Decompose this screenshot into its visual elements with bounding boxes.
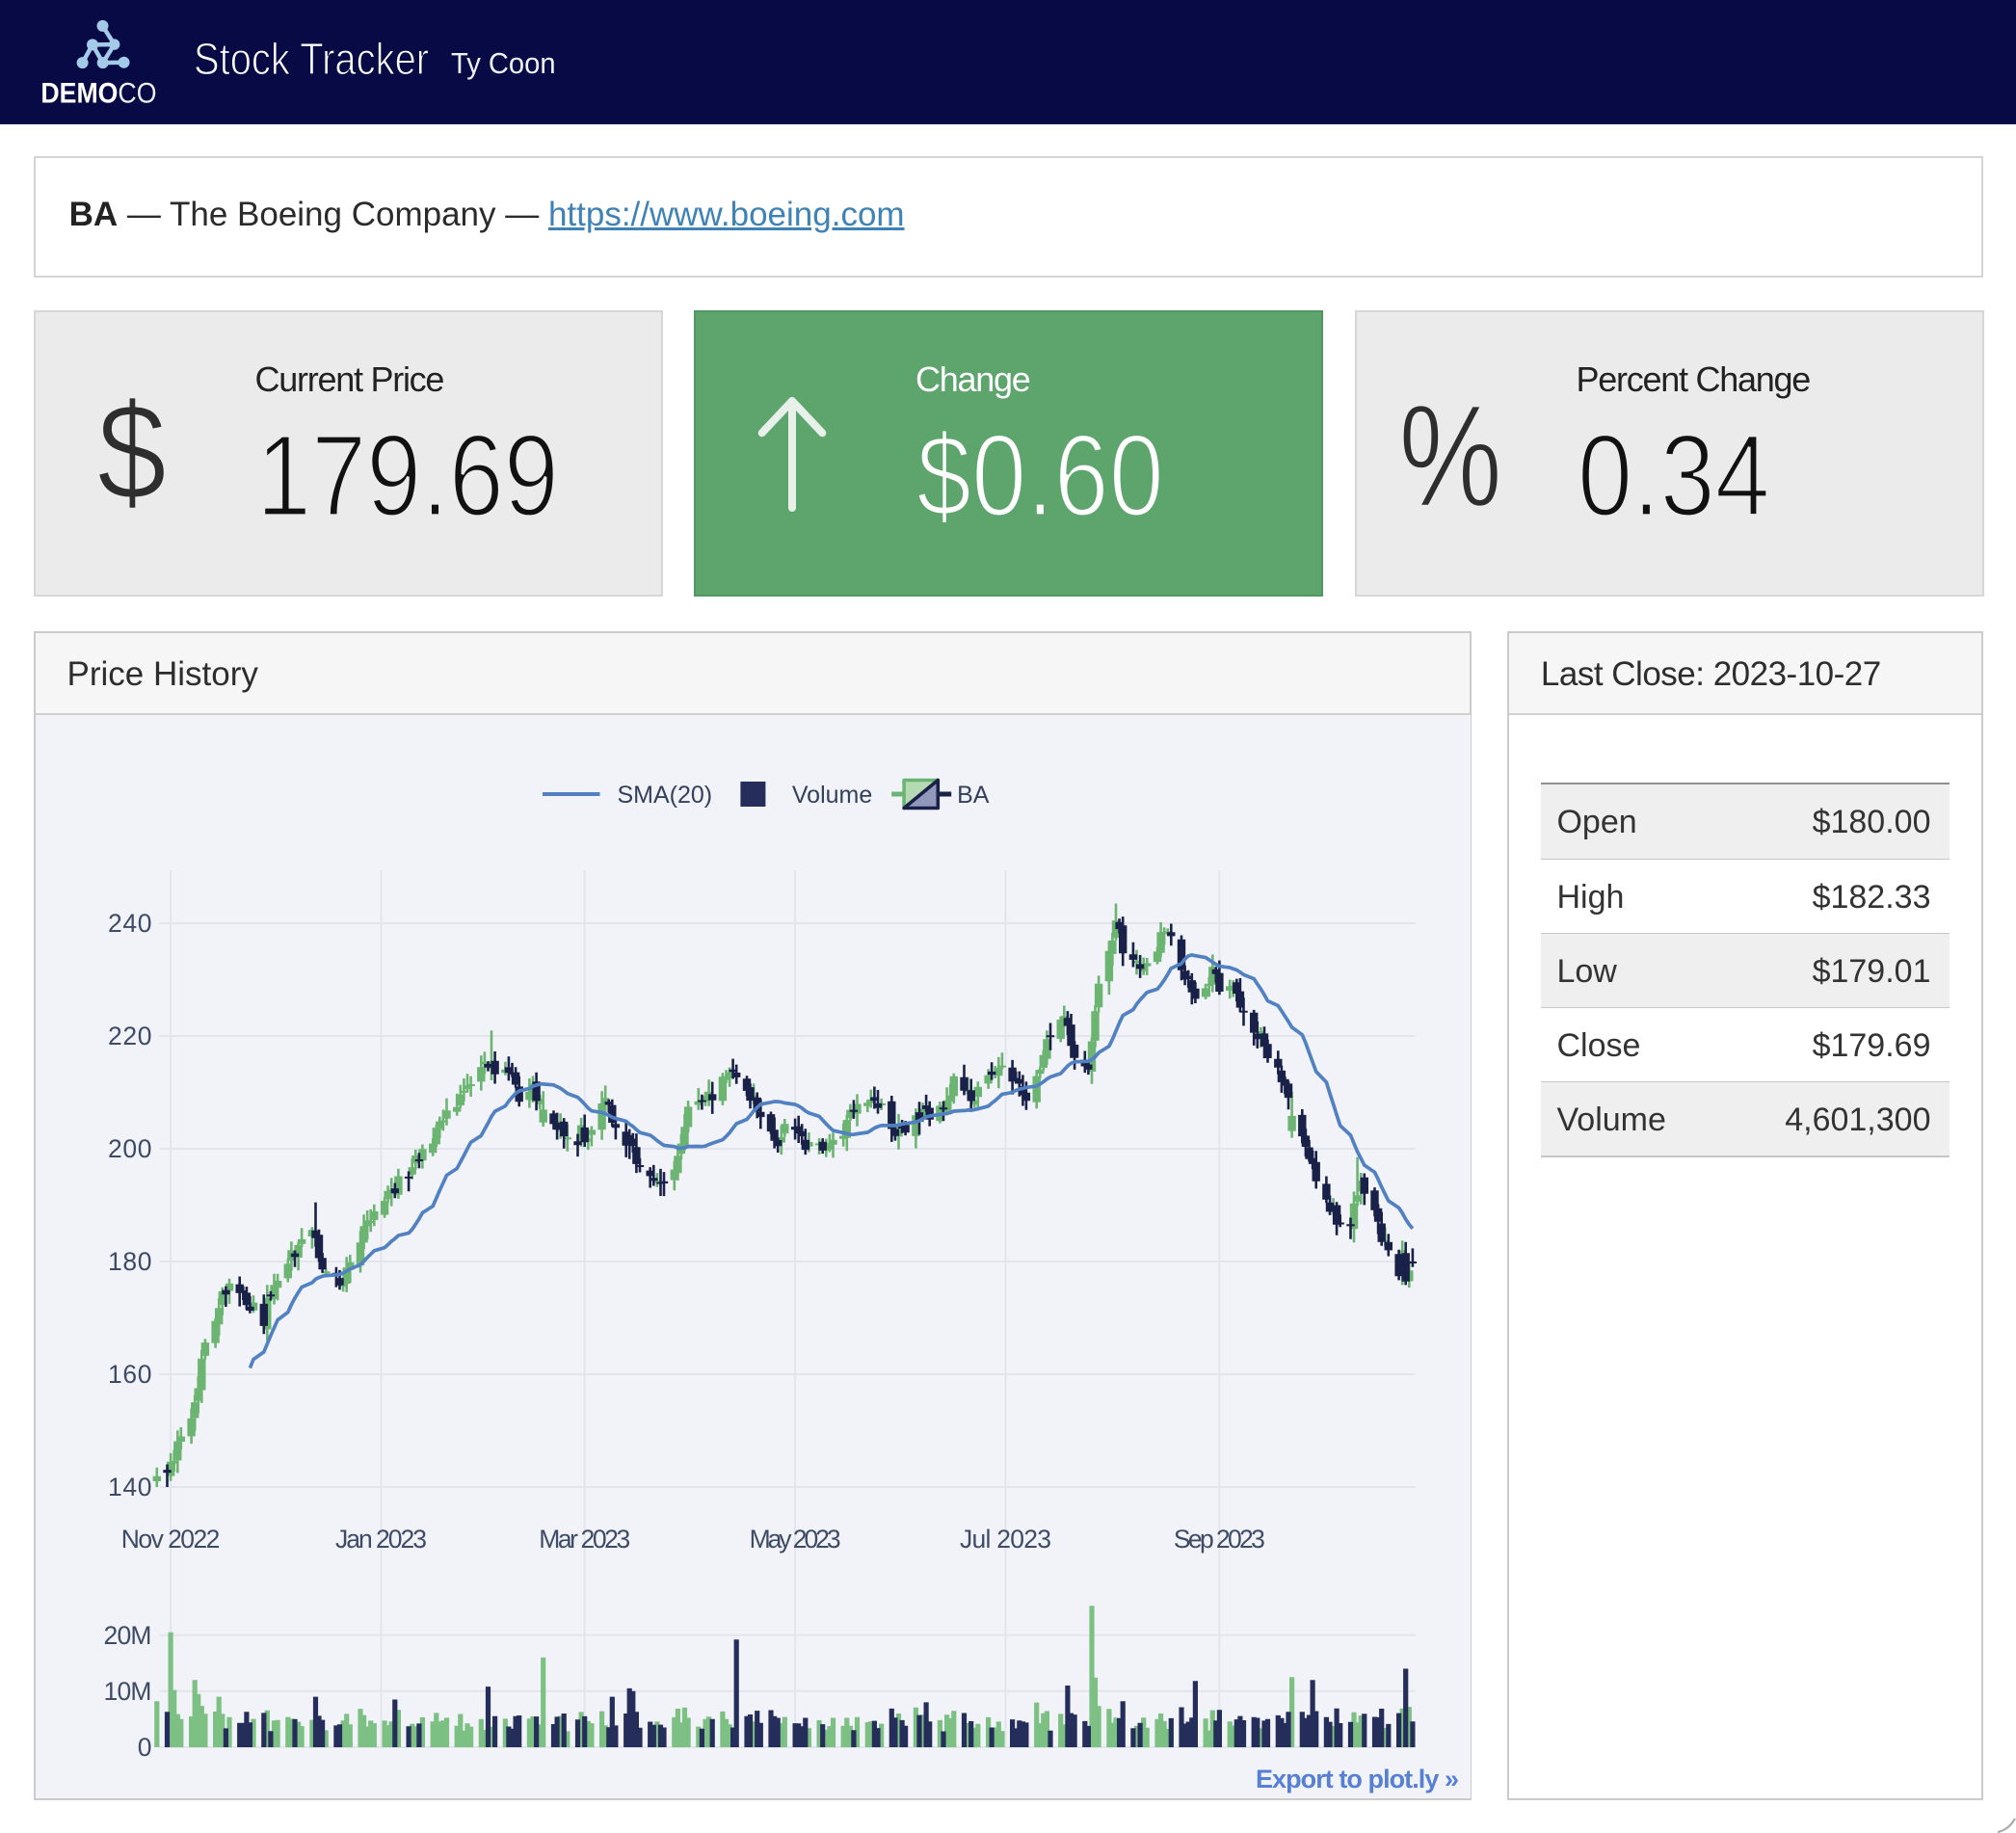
svg-text:20M: 20M: [103, 1621, 151, 1650]
svg-text:Jan 2023: Jan 2023: [335, 1525, 427, 1554]
svg-text:Nov 2022: Nov 2022: [120, 1525, 220, 1554]
svg-text:Jul 2023: Jul 2023: [960, 1525, 1051, 1554]
svg-text:160: 160: [108, 1360, 152, 1389]
svg-text:200: 200: [108, 1134, 152, 1163]
svg-text:SMA(20): SMA(20): [617, 782, 712, 809]
svg-text:180: 180: [108, 1247, 152, 1276]
svg-text:140: 140: [108, 1473, 152, 1501]
svg-text:BA: BA: [957, 782, 990, 809]
svg-text:DEMOCO: DEMOCO: [40, 77, 156, 110]
svg-text:Export to plot.ly »: Export to plot.ly »: [1256, 1765, 1459, 1793]
svg-text:220: 220: [108, 1022, 152, 1050]
svg-text:0: 0: [137, 1733, 151, 1762]
svg-text:Volume: Volume: [791, 782, 871, 809]
svg-text:May 2023: May 2023: [749, 1525, 840, 1554]
svg-text:240: 240: [108, 909, 152, 938]
svg-text:Sep 2023: Sep 2023: [1173, 1525, 1264, 1554]
svg-text:Mar 2023: Mar 2023: [539, 1525, 630, 1554]
svg-text:10M: 10M: [103, 1677, 151, 1706]
